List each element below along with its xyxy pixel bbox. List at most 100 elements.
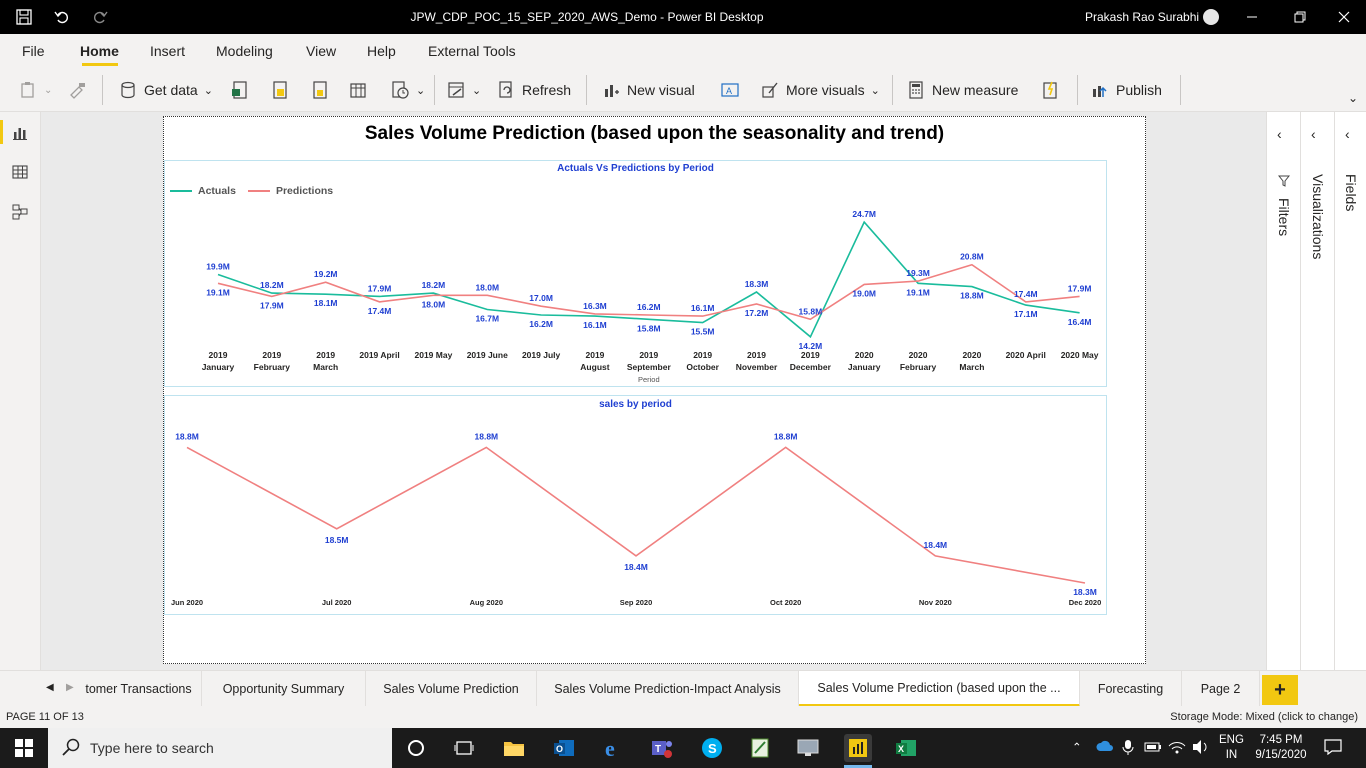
ribbon-divider <box>892 75 893 105</box>
chevron-down-icon: ⌄ <box>870 84 880 97</box>
report-view-icon[interactable] <box>10 122 30 142</box>
storage-mode[interactable]: Storage Mode: Mixed (click to change) <box>1170 711 1358 723</box>
language-indicator[interactable]: ENG IN <box>1219 733 1244 768</box>
skype-icon[interactable]: S <box>700 736 724 760</box>
notifications-icon[interactable] <box>1324 739 1342 768</box>
volume-icon[interactable] <box>1192 739 1210 768</box>
status-bar: PAGE 11 OF 13 Storage Mode: Mixed (click… <box>0 706 1366 728</box>
new-visual-button[interactable]: New visual <box>601 77 695 103</box>
format-painter-button[interactable] <box>68 77 88 103</box>
actuals-vs-predictions-visual[interactable]: Actuals Vs Predictions by Period Actuals… <box>164 160 1107 387</box>
ribbon-divider <box>1077 75 1078 105</box>
windows-start-icon[interactable] <box>12 736 36 760</box>
tab-scroll-left-icon[interactable]: ◀ <box>46 682 54 693</box>
fields-pane[interactable]: ‹ Fields <box>1334 112 1366 670</box>
x-tick-label: November <box>736 362 778 372</box>
data-label-sales: 18.8M <box>774 431 798 441</box>
microphone-icon[interactable] <box>1122 739 1134 768</box>
tab-forecasting[interactable]: Forecasting <box>1080 671 1182 707</box>
model-view-icon[interactable] <box>10 202 30 222</box>
publish-button[interactable]: Publish <box>1090 77 1162 103</box>
more-visuals-button[interactable]: More visuals ⌄ <box>760 77 880 103</box>
x-tick-label: 2019 <box>262 350 281 360</box>
quick-measure-button[interactable] <box>1040 77 1060 103</box>
tab-scroll-right-icon[interactable]: ▶ <box>66 682 74 693</box>
close-button[interactable] <box>1332 6 1356 28</box>
get-data-button[interactable]: Get data ⌄ <box>118 77 213 103</box>
dataset-button[interactable] <box>270 77 290 103</box>
tab-customer-transactions[interactable]: tomer Transactions <box>76 671 202 707</box>
teams-icon[interactable]: T <box>650 736 674 760</box>
data-label-actuals: 19.1M <box>906 287 930 297</box>
data-label-actuals: 16.4M <box>1068 317 1092 327</box>
transform-data-button[interactable]: ⌄ <box>446 77 481 103</box>
svg-text:T: T <box>655 744 661 755</box>
x-tick-label: February <box>900 362 937 372</box>
outlook-icon[interactable]: O <box>552 736 576 760</box>
chevron-down-icon: ⌄ <box>1348 91 1359 105</box>
add-page-button[interactable]: + <box>1262 675 1298 705</box>
data-label-actuals: 15.5M <box>691 327 715 337</box>
user-name[interactable]: Prakash Rao Surabhi <box>1085 10 1199 24</box>
excel-taskbar-icon[interactable]: X <box>894 736 918 760</box>
restore-button[interactable] <box>1288 6 1312 28</box>
menu-home[interactable]: Home <box>80 43 119 59</box>
chevron-left-icon[interactable]: ‹ <box>1311 126 1316 142</box>
menu-external-tools[interactable]: External Tools <box>428 43 516 59</box>
chevron-left-icon[interactable]: ‹ <box>1277 126 1282 142</box>
x-tick-label: 2019 <box>801 350 820 360</box>
notepad-icon[interactable] <box>748 736 772 760</box>
remote-desktop-icon[interactable] <box>796 736 820 760</box>
menu-file[interactable]: File <box>22 43 45 59</box>
tab-opportunity-summary[interactable]: Opportunity Summary <box>202 671 366 707</box>
dataflow-icon <box>310 80 330 100</box>
text-box-button[interactable]: A <box>720 77 740 103</box>
task-view-icon[interactable] <box>452 736 476 760</box>
avatar[interactable] <box>1203 9 1219 25</box>
menu-insert[interactable]: Insert <box>150 43 185 59</box>
chevron-down-icon: ⌄ <box>416 84 426 97</box>
tab-sales-volume-prediction-impact-analysis[interactable]: Sales Volume Prediction-Impact Analysis <box>537 671 799 707</box>
filters-pane[interactable]: ‹ Filters <box>1266 112 1300 670</box>
menu-help[interactable]: Help <box>367 43 396 59</box>
file-explorer-icon[interactable] <box>502 736 526 760</box>
taskbar-search-input[interactable]: Type here to search <box>48 728 392 768</box>
edge-icon[interactable]: e <box>602 736 626 760</box>
wifi-icon[interactable] <box>1168 739 1186 768</box>
ribbon-divider <box>1180 75 1181 105</box>
x-tick-label: Dec 2020 <box>1069 598 1102 607</box>
data-label-predictions: 17.4M <box>1014 289 1038 299</box>
visualizations-pane[interactable]: ‹ Visualizations <box>1300 112 1334 670</box>
data-view-icon[interactable] <box>10 162 30 182</box>
menu-modeling[interactable]: Modeling <box>216 43 273 59</box>
x-tick-label: Jul 2020 <box>322 598 352 607</box>
show-hidden-icons-icon[interactable]: ⌃ <box>1072 740 1082 768</box>
data-label-actuals: 18.1M <box>314 298 338 308</box>
onedrive-icon[interactable] <box>1096 740 1114 768</box>
paste-button[interactable]: ⌄ <box>18 77 52 103</box>
data-label-predictions: 19.0M <box>852 288 876 298</box>
clock[interactable]: 7:45 PM 9/15/2020 <box>1254 733 1308 768</box>
active-view-indicator <box>0 120 3 144</box>
enter-data-button[interactable] <box>348 77 368 103</box>
battery-icon[interactable] <box>1144 741 1162 768</box>
tab-page-2[interactable]: Page 2 <box>1182 671 1260 707</box>
tab-sales-volume-prediction[interactable]: Sales Volume Prediction <box>366 671 537 707</box>
recent-sources-button[interactable]: ⌄ <box>390 77 425 103</box>
dataflow-button[interactable] <box>310 77 330 103</box>
cortana-icon[interactable] <box>404 736 428 760</box>
report-canvas: Sales Volume Prediction (based upon the … <box>41 112 1266 670</box>
ribbon-collapse-button[interactable]: ⌄ <box>1348 85 1358 111</box>
chevron-left-icon[interactable]: ‹ <box>1345 126 1350 142</box>
x-tick-label: 2019 <box>209 350 228 360</box>
excel-button[interactable] <box>230 77 250 103</box>
x-tick-label: 2020 <box>909 350 928 360</box>
refresh-button[interactable]: Refresh <box>496 77 571 103</box>
menu-view[interactable]: View <box>306 43 336 59</box>
tab-sales-volume-prediction-seasonality[interactable]: Sales Volume Prediction (based upon the … <box>799 671 1080 707</box>
minimize-button[interactable] <box>1240 6 1264 28</box>
data-label-predictions: 19.2M <box>314 269 338 279</box>
power-bi-taskbar-icon[interactable] <box>844 734 872 762</box>
sales-by-period-visual[interactable]: sales by period 18.8M 18.5M 18.8M 18.4M 18.8… <box>164 395 1107 615</box>
new-measure-button[interactable]: New measure <box>906 77 1018 103</box>
